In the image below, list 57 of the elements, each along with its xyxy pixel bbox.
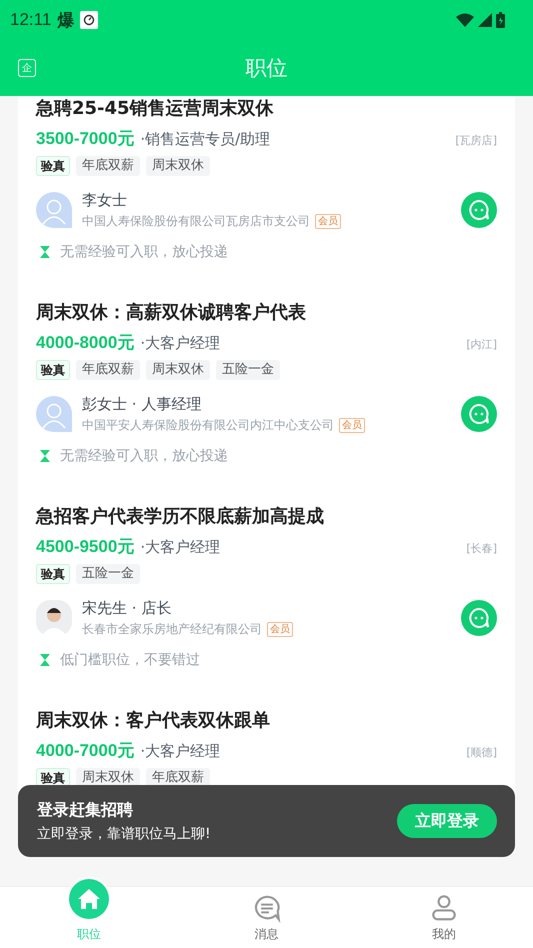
company-name: 中国人寿保险股份有限公司瓦房店市支公司 xyxy=(82,212,310,230)
tag: 周末双休 xyxy=(146,360,210,380)
avatar xyxy=(36,396,72,432)
job-position: ·大客户经理 xyxy=(140,537,222,558)
hourglass-icon xyxy=(40,654,50,666)
avatar xyxy=(36,192,72,228)
signal-icon xyxy=(478,13,492,27)
chat-button[interactable] xyxy=(461,600,497,636)
hint-text: 无需经验可入职，放心投递 xyxy=(60,447,228,466)
job-title[interactable]: 急聘25-45销售运营周末双休 xyxy=(36,96,497,122)
tag: 五险一金 xyxy=(76,564,140,584)
contact-name: 彭女士 · 人事经理 xyxy=(82,394,202,412)
job-position: ·大客户经理 xyxy=(140,333,222,354)
hourglass-icon xyxy=(40,450,50,462)
job-title[interactable]: 急招客户代表学历不限底薪加高提成 xyxy=(36,504,497,530)
verified-badge: 验真 xyxy=(36,360,70,380)
page-title: 职位 xyxy=(246,55,288,82)
contact-name: 宋先生 · 店长 xyxy=(82,598,172,616)
location: [瓦房店] xyxy=(455,133,497,149)
toast-message: 立即登录，靠谱职位马上聊! xyxy=(37,824,211,842)
tag: 年底双薪 xyxy=(76,360,140,380)
tag: 周末双休 xyxy=(146,156,210,176)
chat-button[interactable] xyxy=(461,396,497,432)
job-position: ·销售运营专员/助理 xyxy=(140,129,272,150)
toast-title: 登录赶集招聘 xyxy=(37,800,134,820)
wifi-icon xyxy=(456,13,474,27)
status-time: 12:11 xyxy=(10,10,52,30)
contact-name: 李女士 xyxy=(82,190,128,208)
company-name: 中国平安人寿保险股份有限公司内江中心支公司 xyxy=(82,416,334,434)
location: [内江] xyxy=(466,337,497,353)
salary: 4000-8000元 xyxy=(36,332,134,354)
battery-icon xyxy=(496,12,505,28)
company-name: 长春市全家乐房地产经纪有限公司 xyxy=(82,620,262,638)
verified-badge: 验真 xyxy=(36,156,70,176)
hint-text: 无需经验可入职，放心投递 xyxy=(60,243,228,262)
member-badge: 会员 xyxy=(315,214,341,228)
salary: 4000-7000元 xyxy=(36,740,134,762)
job-title[interactable]: 周末双休：高薪双休诚聘客户代表 xyxy=(36,300,497,326)
timer-icon xyxy=(80,11,98,29)
hint-text: 低门槛职位，不要错过 xyxy=(60,651,200,670)
member-badge: 会员 xyxy=(339,418,365,432)
location: [长春] xyxy=(466,541,497,557)
nav-tab[interactable]: 消息 xyxy=(178,887,356,948)
job-title[interactable]: 周末双休：客户代表双休跟单 xyxy=(36,708,497,734)
notification-text: 爆 xyxy=(57,10,74,32)
location: [顺德] xyxy=(466,745,497,761)
salary: 3500-7000元 xyxy=(36,128,134,150)
member-badge: 会员 xyxy=(267,622,293,636)
avatar xyxy=(36,600,72,636)
tag: 年底双薪 xyxy=(76,156,140,176)
tag: 五险一金 xyxy=(216,360,280,380)
nav-tab[interactable]: 我的 xyxy=(355,887,533,948)
salary: 4500-9500元 xyxy=(36,536,134,558)
chat-button[interactable] xyxy=(461,192,497,228)
job-position: ·大客户经理 xyxy=(140,741,222,762)
hourglass-icon xyxy=(40,246,50,258)
verified-badge: 验真 xyxy=(36,564,70,584)
